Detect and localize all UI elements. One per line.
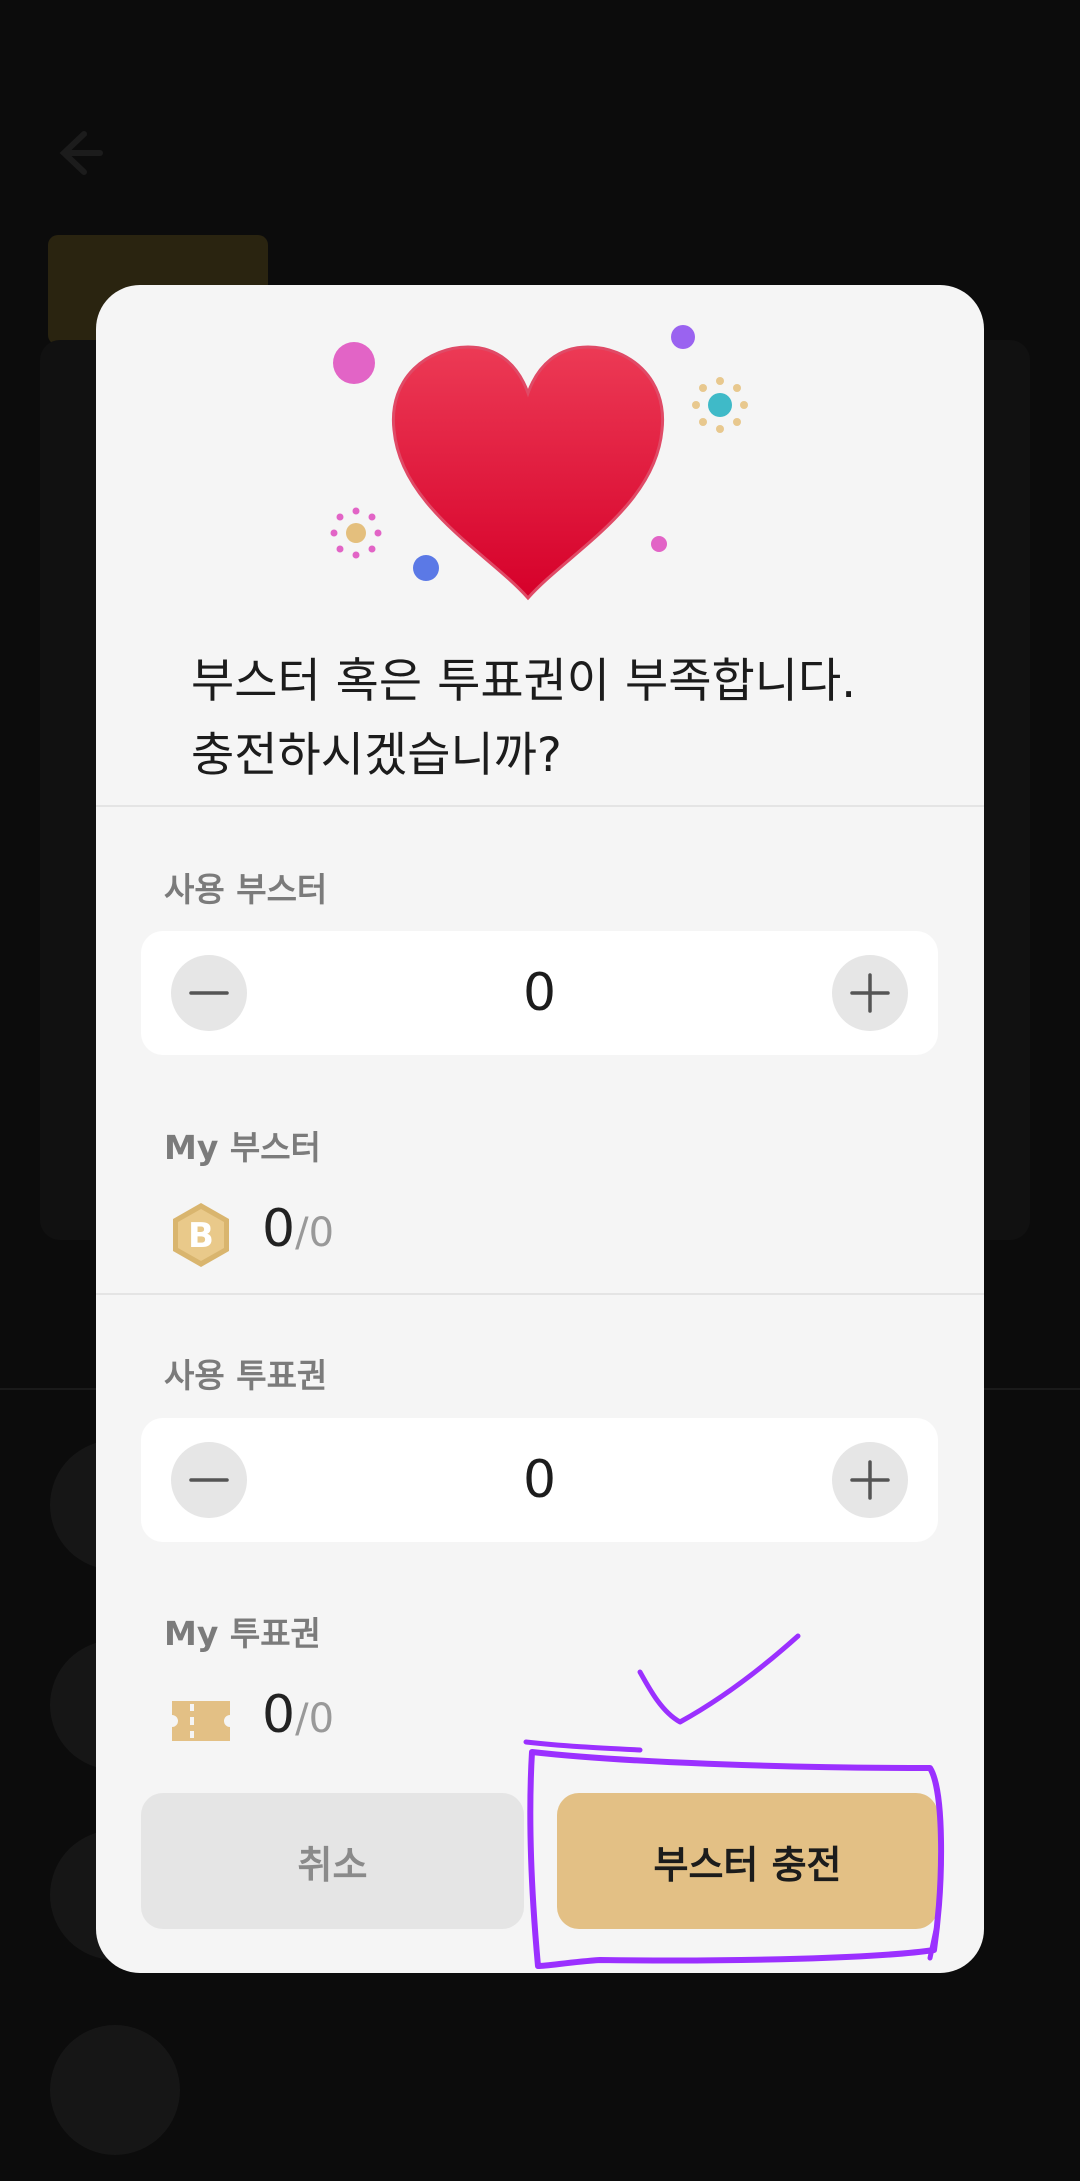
vote-quantity-value[interactable]: 0 (291, 1444, 788, 1516)
plus-icon (850, 973, 890, 1013)
my-vote-value: 0/0 (262, 1685, 334, 1745)
booster-minus-button[interactable] (171, 955, 247, 1031)
my-booster-label: My 부스터 (164, 1128, 321, 1167)
heart-illustration (330, 325, 748, 601)
sparkle-gold-icon (330, 507, 382, 559)
booster-quantity-value[interactable]: 0 (291, 957, 788, 1029)
avatar (50, 2025, 180, 2155)
dialog-title-line1: 부스터 혹은 투표권이 부족합니다. (191, 654, 857, 709)
vote-minus-button[interactable] (171, 1442, 247, 1518)
my-booster-current: 0 (262, 1199, 296, 1259)
dialog-title-line2: 충전하시겠습니까? (191, 728, 562, 783)
my-booster-value: 0/0 (262, 1199, 334, 1259)
my-vote-label: My 투표권 (164, 1614, 321, 1653)
plus-icon (850, 1460, 890, 1500)
minus-icon (189, 991, 229, 995)
my-vote-current: 0 (262, 1685, 296, 1745)
sparkle-teal-icon (692, 377, 748, 433)
divider (96, 1293, 984, 1295)
booster-stepper: 0 (141, 931, 938, 1055)
back-arrow-icon (59, 131, 103, 175)
booster-plus-button[interactable] (832, 955, 908, 1031)
dialog-title: 부스터 혹은 투표권이 부족합니다. 충전하시겠습니까? (191, 645, 951, 793)
background-list-item (40, 2025, 1040, 2175)
booster-charge-button[interactable]: 부스터 충전 (557, 1793, 938, 1929)
booster-use-label: 사용 부스터 (164, 870, 328, 909)
vote-use-label: 사용 투표권 (164, 1356, 328, 1395)
booster-coin-icon: B (173, 1203, 229, 1267)
divider (96, 805, 984, 807)
my-booster-total: /0 (295, 1210, 335, 1256)
booster-coin-letter: B (188, 1216, 214, 1256)
ticket-icon (172, 1701, 230, 1741)
charge-dialog: 부스터 혹은 투표권이 부족합니다. 충전하시겠습니까? 사용 부스터 0 My… (96, 285, 984, 1973)
cancel-button[interactable]: 취소 (141, 1793, 524, 1929)
vote-plus-button[interactable] (832, 1442, 908, 1518)
minus-icon (189, 1478, 229, 1482)
vote-stepper: 0 (141, 1418, 938, 1542)
my-vote-total: /0 (295, 1696, 335, 1742)
